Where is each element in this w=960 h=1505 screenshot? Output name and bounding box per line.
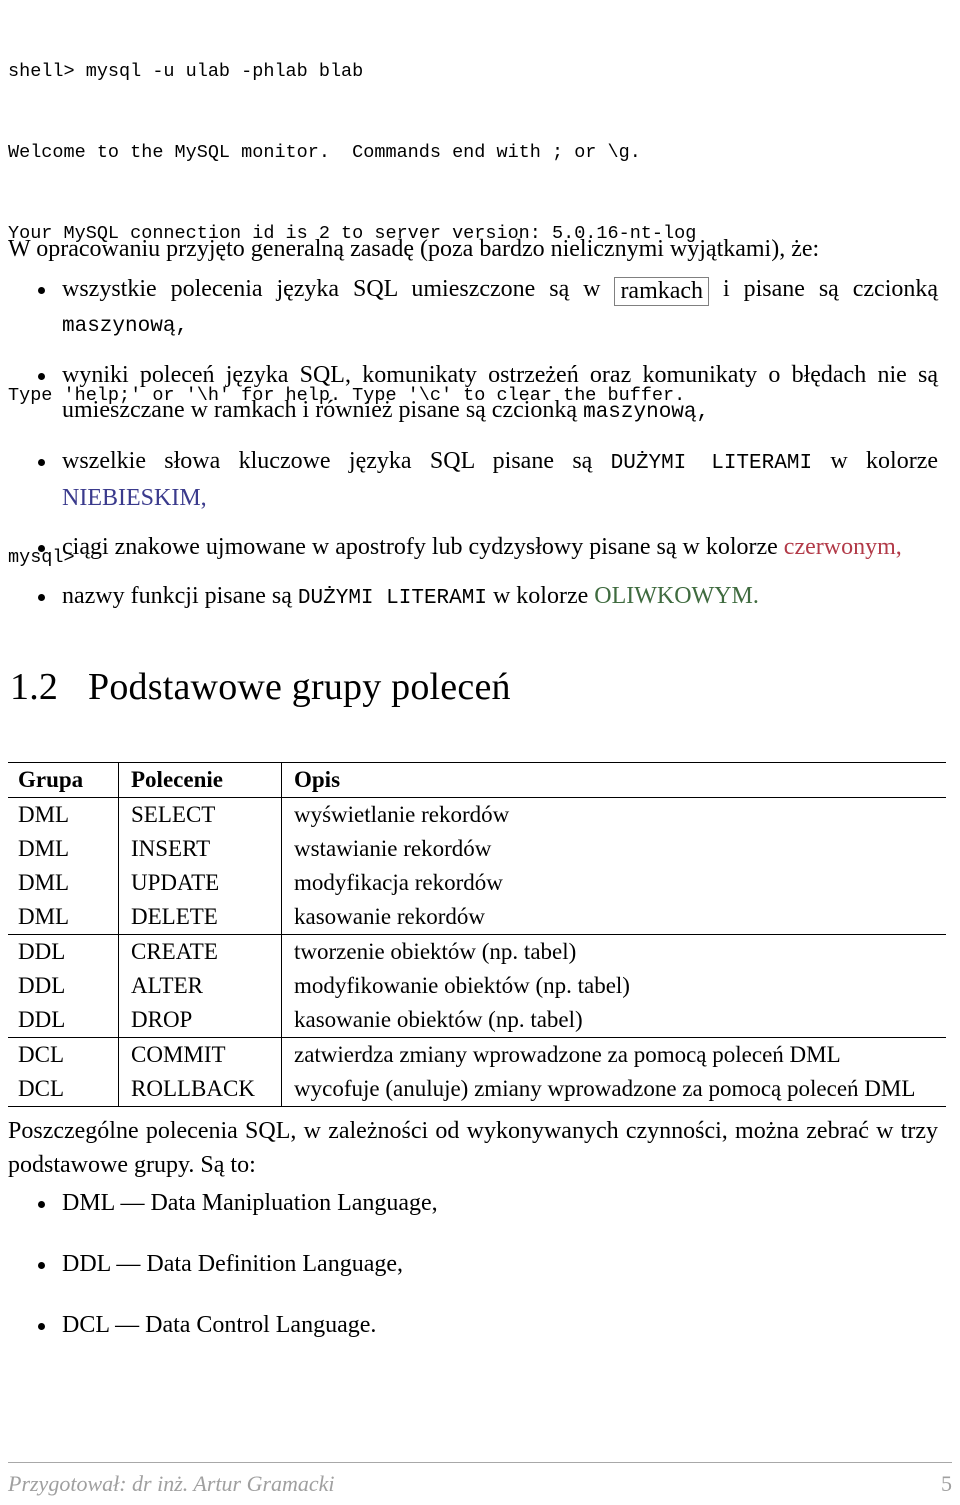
- list-item: ciągi znakowe ujmowane w apostrofy lub c…: [0, 530, 950, 565]
- bullet-icon: [38, 579, 47, 614]
- cell-opis: wstawianie rekordów: [294, 836, 492, 861]
- cell-opis: kasowanie obiektów (np. tabel): [281, 1003, 946, 1038]
- section-heading: 1.2 Podstawowe grupy poleceń: [10, 664, 511, 710]
- bullet-icon: [38, 1186, 47, 1221]
- column-header-grupa: Grupa: [8, 762, 119, 798]
- cell-polecenie: UPDATE: [118, 866, 282, 900]
- cell-opis: tworzenie obiektów (np. tabel): [294, 939, 577, 964]
- rule3-color-name-niebieskim: NIEBIESKIM,: [62, 485, 207, 511]
- bullet-icon: [38, 444, 47, 479]
- table-header-row: Grupa Polecenie Opis: [8, 762, 946, 798]
- bullet-icon: [38, 358, 47, 393]
- list-item: wszystkie polecenia języka SQL umieszczo…: [0, 272, 950, 344]
- cell-grupa: DDL: [8, 934, 119, 969]
- column-header-polecenie: Polecenie: [118, 762, 282, 798]
- cell-polecenie: SELECT: [118, 797, 282, 832]
- sql-commands-table: Grupa Polecenie Opis DML SELECT wyświetl…: [8, 762, 946, 1107]
- cell-grupa: DML: [8, 832, 119, 866]
- cell-opis: modyfikacja rekordów: [294, 870, 503, 895]
- list-item: wyniki poleceń języka SQL, komunikaty os…: [0, 358, 950, 430]
- cell-grupa: DML: [8, 797, 119, 832]
- cell-grupa: DML: [8, 900, 119, 935]
- bullet-icon: [38, 1308, 47, 1343]
- cell-polecenie: COMMIT: [118, 1037, 282, 1072]
- cell-opis: wyświetlanie rekordów: [294, 802, 510, 827]
- table-row: DML UPDATE modyfikacja rekordów: [8, 866, 946, 900]
- table-row: DML SELECT wyświetlanie rekordów: [8, 797, 946, 832]
- cell-opis: modyfikowanie obiektów (np. tabel): [294, 973, 630, 998]
- cell-polecenie: ALTER: [118, 969, 282, 1003]
- rule5-text-part1: nazwy funkcji pisane są: [62, 583, 292, 609]
- bullet-icon: [38, 272, 47, 307]
- cell-opis: zatwierdza zmiany wprowadzone za pomocą …: [294, 1042, 841, 1067]
- cell-opis: kasowanie rekordów: [281, 900, 946, 935]
- closing-paragraph: Poszczególne polecenia SQL, w zależności…: [8, 1118, 938, 1178]
- table-row: DDL CREATE tworzenie obiektów (np. tabel…: [8, 934, 946, 969]
- terminal-line-welcome: Welcome to the MySQL monitor. Commands e…: [8, 142, 641, 163]
- cell-opis: wycofuje (anuluje) zmiany wprowadzone za…: [281, 1072, 946, 1107]
- table-body: DML SELECT wyświetlanie rekordów DML INS…: [8, 797, 946, 1107]
- list-item: DML — Data Manipluation Language,: [0, 1186, 950, 1221]
- cell-grupa: DDL: [8, 969, 119, 1003]
- cell-polecenie: ROLLBACK: [118, 1072, 282, 1107]
- cell-grupa: DCL: [8, 1037, 119, 1072]
- cell-grupa: DCL: [8, 1072, 119, 1107]
- cell-polecenie: DROP: [118, 1003, 282, 1038]
- rule5-color-name-oliwkowym: OLIWKOWYM.: [594, 583, 759, 609]
- rule4-color-name-czerwonym: czerwonym,: [783, 534, 902, 560]
- table-header: Grupa Polecenie Opis: [8, 762, 946, 798]
- cell-grupa: DML: [8, 866, 119, 900]
- rule1-text-part1: wszystkie polecenia języka SQL umieszczo…: [62, 276, 601, 302]
- rule2-text-part1: wyniki poleceń języka SQL, komunikaty os…: [62, 362, 938, 423]
- section-number: 1.2: [10, 666, 59, 708]
- rule3-text-part1: wszelkie słowa kluczowe języka SQL pisan…: [62, 448, 593, 474]
- page-footer: Przygotował: dr inż. Artur Gramacki 5: [8, 1462, 952, 1497]
- cell-grupa: DDL: [8, 1003, 119, 1038]
- list-item: nazwy funkcji pisane są DUŻYMI LITERAMI …: [0, 579, 950, 616]
- cell-polecenie: DELETE: [118, 900, 282, 935]
- table-row: DCL COMMIT zatwierdza zmiany wprowadzone…: [8, 1037, 946, 1072]
- table-row: DML INSERT wstawianie rekordów: [8, 832, 946, 866]
- sql-groups-list: DML — Data Manipluation Language, DDL — …: [0, 1186, 950, 1369]
- rule4-text-part1: ciągi znakowe ujmowane w apostrofy lub c…: [62, 534, 778, 560]
- rule5-text-part2: w kolorze: [492, 583, 589, 609]
- list-item: wszelkie słowa kluczowe języka SQL pisan…: [0, 444, 950, 516]
- column-header-opis: Opis: [294, 767, 341, 792]
- list-item: DCL — Data Control Language.: [0, 1308, 950, 1343]
- group-item-ddl: DDL — Data Definition Language,: [62, 1251, 404, 1277]
- bullet-icon: [38, 530, 47, 565]
- cell-polecenie: CREATE: [118, 934, 282, 969]
- bullet-icon: [38, 1247, 47, 1282]
- rule3-text-part2: w kolorze: [830, 448, 939, 474]
- intro-paragraph: W opracowaniu przyjęto generalną zasadę …: [8, 236, 820, 262]
- rule2-mono-maszynowa: maszynową,: [583, 401, 710, 424]
- footer-author: Przygotował: dr inż. Artur Gramacki: [8, 1471, 335, 1496]
- rule1-mono-maszynowa: maszynową,: [62, 315, 189, 338]
- document-page: shell> mysql -u ulab -phlab blab Welcome…: [0, 0, 960, 1505]
- boxed-keyword-ramkach: ramkach: [614, 277, 710, 306]
- rule3-mono-duzymi-literami: DUŻYMI LITERAMI: [610, 452, 813, 475]
- group-item-dcl: DCL — Data Control Language.: [62, 1312, 377, 1338]
- table-row: DML DELETE kasowanie rekordów: [8, 900, 946, 935]
- table-row: DDL DROP kasowanie obiektów (np. tabel): [8, 1003, 946, 1038]
- rule5-mono-duzymi-literami: DUŻYMI LITERAMI: [297, 587, 487, 610]
- terminal-line-shell-command: shell> mysql -u ulab -phlab blab: [8, 61, 364, 82]
- page-number: 5: [941, 1471, 952, 1496]
- group-item-dml: DML — Data Manipluation Language,: [62, 1190, 438, 1216]
- table-row: DCL ROLLBACK wycofuje (anuluje) zmiany w…: [8, 1072, 946, 1107]
- rule1-text-part2: i pisane są czcionką: [723, 276, 939, 302]
- formatting-rules-list: wszystkie polecenia języka SQL umieszczo…: [0, 272, 950, 630]
- cell-polecenie: INSERT: [118, 832, 282, 866]
- list-item: DDL — Data Definition Language,: [0, 1247, 950, 1282]
- table-row: DDL ALTER modyfikowanie obiektów (np. ta…: [8, 969, 946, 1003]
- section-title: Podstawowe grupy poleceń: [88, 666, 511, 708]
